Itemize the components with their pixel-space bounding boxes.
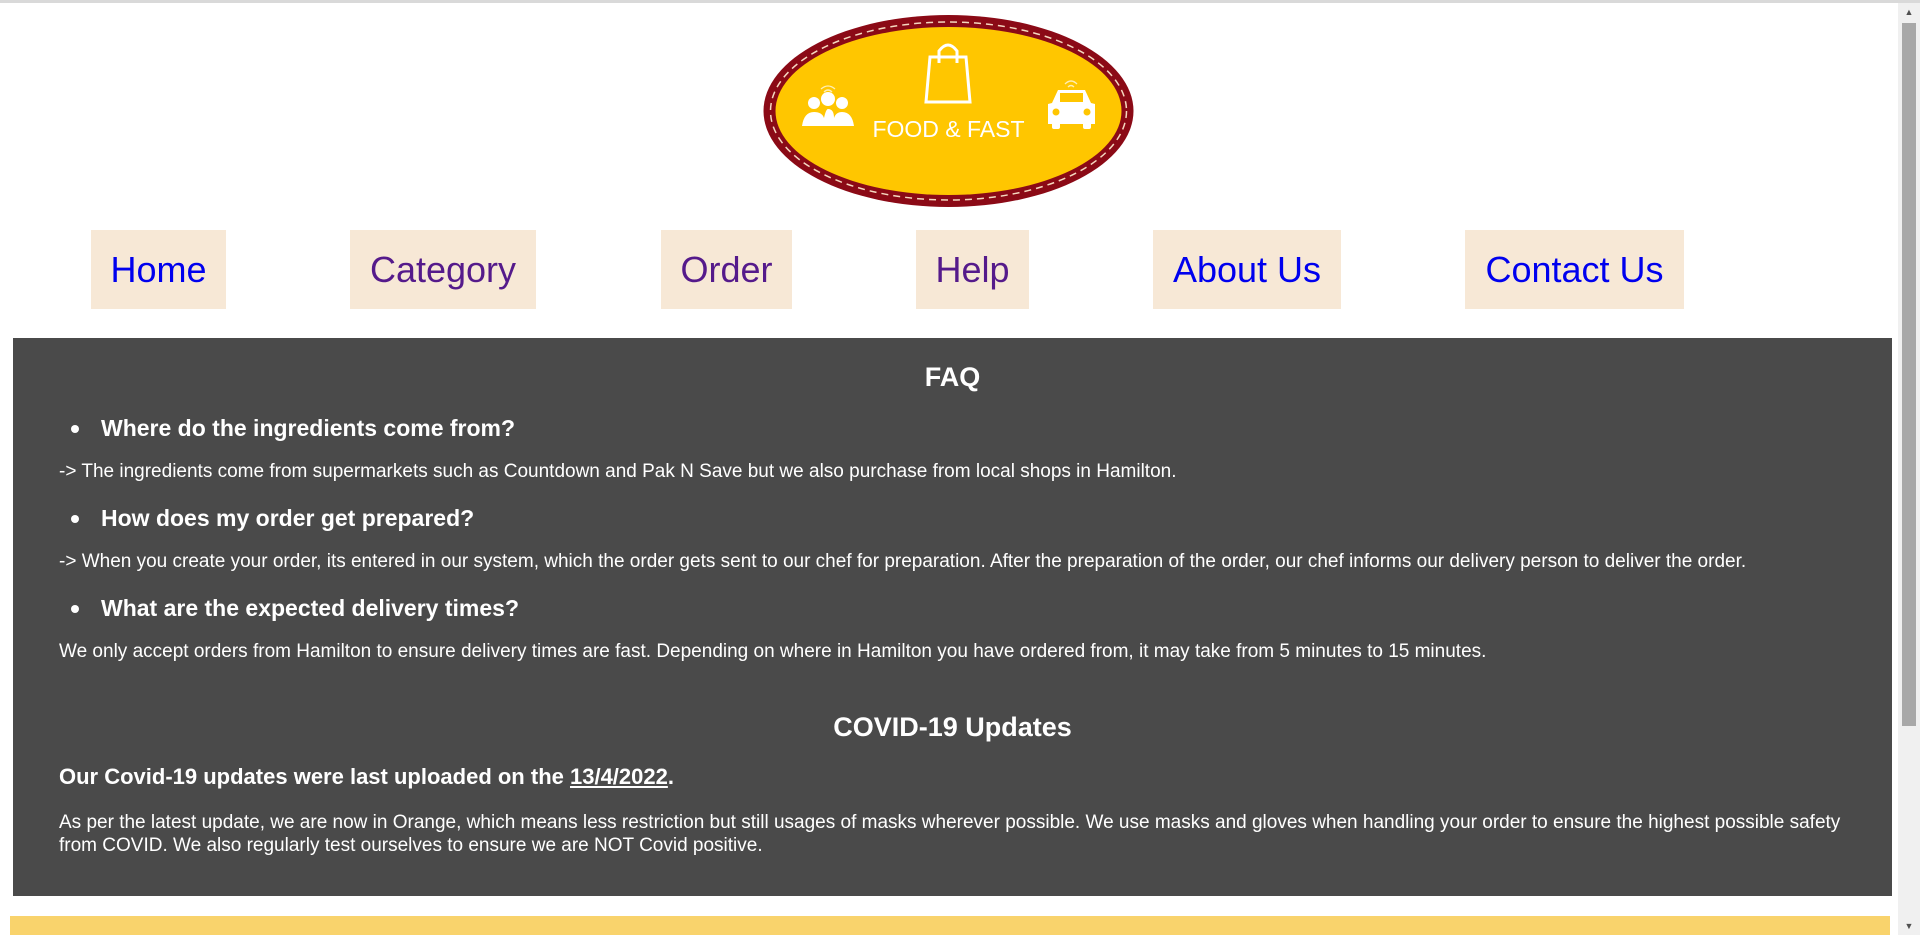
covid-title: COVID-19 Updates [833,712,1072,742]
faq-panel: FAQ Where do the ingredients come from? … [13,338,1892,896]
logo-graphic: FOOD & FAST [763,15,1134,207]
bullet-icon [71,514,79,523]
scroll-down-arrow-icon[interactable]: ▼ [1898,917,1920,935]
scrollbar-thumb[interactable] [1902,23,1916,726]
faq-title: FAQ [924,362,981,392]
bullet-icon [71,424,79,433]
scroll-up-arrow-icon[interactable]: ▲ [1898,3,1920,21]
covid-subtitle-suffix: . [667,764,674,789]
nav-contact-us[interactable]: Contact Us [1465,230,1684,309]
faq-question: How does my order get prepared? [59,505,474,532]
covid-update-date: 13/4/2022 [569,764,668,789]
window-top-border [0,0,1920,3]
faq-question: Where do the ingredients come from? [59,415,515,442]
faq-question-text: Where do the ingredients come from? [101,415,516,441]
nav-help[interactable]: Help [916,230,1029,309]
logo[interactable]: FOOD & FAST [762,13,1135,209]
footer-bar [10,916,1890,935]
nav-about-us[interactable]: About Us [1153,230,1341,309]
nav-home[interactable]: Home [91,230,226,309]
covid-update-date-line: Our Covid-19 updates were last uploaded … [59,764,674,790]
faq-answer: We only accept orders from Hamilton to e… [59,641,1487,662]
svg-text:FOOD & FAST: FOOD & FAST [872,116,1024,142]
faq-question-text: What are the expected delivery times? [101,595,519,621]
vertical-scrollbar[interactable]: ▲ ▼ [1898,3,1920,935]
nav-order[interactable]: Order [661,230,792,309]
covid-body: As per the latest update, we are now in … [59,812,1841,856]
covid-subtitle-prefix: Our Covid-19 updates were last uploaded … [59,764,570,789]
nav-category[interactable]: Category [350,230,536,309]
faq-answer: -> The ingredients come from supermarket… [59,461,1177,482]
faq-answer: -> When you create your order, its enter… [59,551,1747,572]
faq-question-text: How does my order get prepared? [101,505,475,531]
faq-question: What are the expected delivery times? [59,595,519,622]
bullet-icon [71,604,79,613]
